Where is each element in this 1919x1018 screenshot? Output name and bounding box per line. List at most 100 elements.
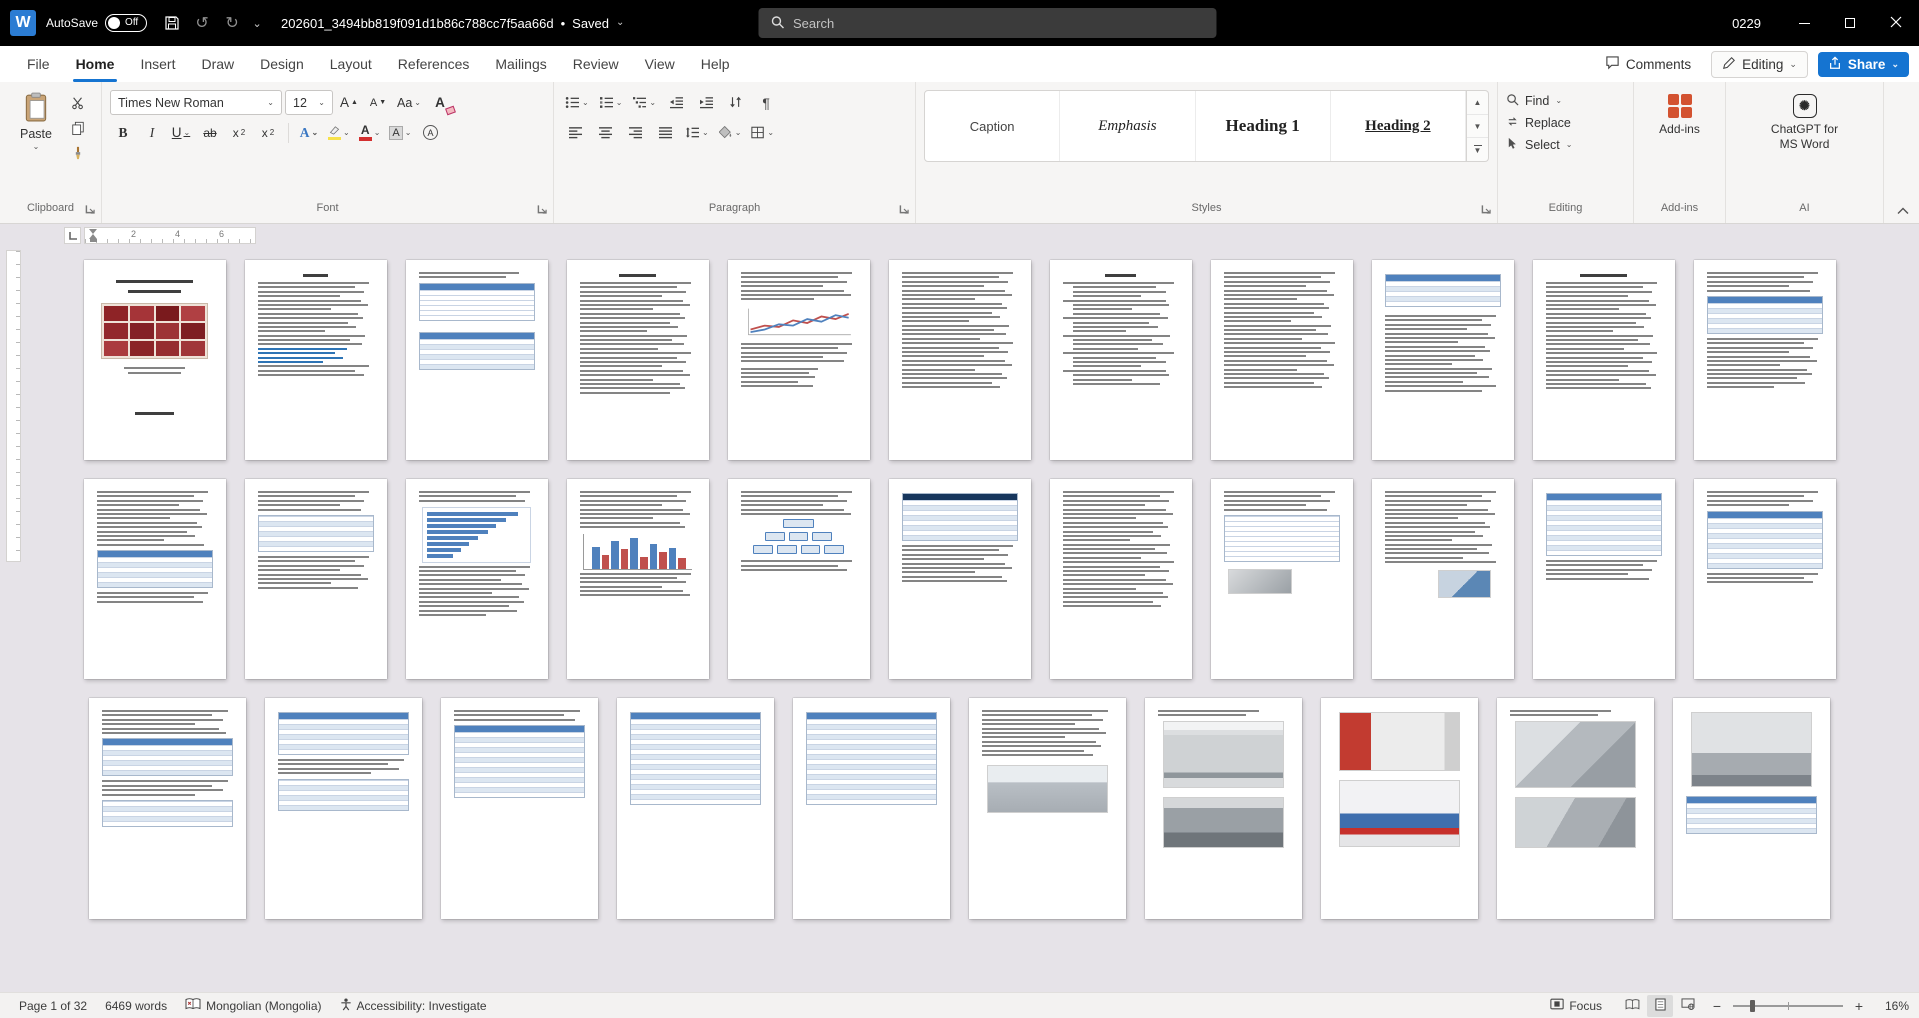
user-badge[interactable]: 0229 — [1712, 16, 1781, 31]
menu-tab-layout[interactable]: Layout — [317, 46, 385, 82]
save-button[interactable] — [157, 8, 187, 38]
cut-button[interactable] — [66, 92, 90, 114]
page-thumbnail[interactable] — [406, 260, 548, 460]
page-thumbnail[interactable] — [441, 698, 598, 919]
shading-button[interactable]: A⌄ — [386, 120, 414, 145]
proofing-status[interactable]: Mongolian (Mongolia) — [176, 993, 330, 1018]
paste-button[interactable]: Paste ⌄ — [10, 90, 62, 199]
zoom-percentage[interactable]: 16% — [1873, 999, 1909, 1013]
increase-indent-button[interactable] — [693, 90, 719, 115]
word-count-indicator[interactable]: 6469 words — [96, 993, 176, 1018]
collapse-ribbon-button[interactable] — [1897, 203, 1909, 218]
page-thumbnail[interactable] — [1497, 698, 1654, 919]
page-thumbnail[interactable] — [1050, 260, 1192, 460]
editing-mode-button[interactable]: Editing ⌄ — [1711, 51, 1808, 78]
share-button[interactable]: Share ⌄ — [1818, 52, 1909, 77]
enclose-characters-button[interactable]: A — [417, 120, 443, 145]
styles-dialog-launcher[interactable] — [1480, 203, 1492, 215]
paragraph-dialog-launcher[interactable] — [898, 203, 910, 215]
menu-tab-review[interactable]: Review — [560, 46, 632, 82]
horizontal-ruler[interactable]: 246 — [84, 227, 256, 244]
page-thumbnail[interactable] — [889, 479, 1031, 679]
page-thumbnail[interactable] — [728, 479, 870, 679]
styles-scroll-down[interactable]: ▼ — [1467, 115, 1488, 139]
print-layout-button[interactable] — [1647, 995, 1673, 1017]
paragraph-shading-button[interactable]: ⌄ — [716, 120, 745, 145]
copy-button[interactable] — [66, 117, 90, 139]
show-hide-marks-button[interactable]: ¶ — [753, 90, 779, 115]
autosave-control[interactable]: AutoSave Off — [46, 14, 147, 32]
page-thumbnail[interactable] — [1372, 479, 1514, 679]
menu-tab-draw[interactable]: Draw — [188, 46, 247, 82]
bold-button[interactable]: B — [110, 120, 136, 145]
justify-button[interactable] — [652, 120, 678, 145]
align-center-button[interactable] — [592, 120, 618, 145]
vertical-ruler[interactable] — [6, 250, 21, 562]
italic-button[interactable]: I — [139, 120, 165, 145]
page-thumbnail[interactable] — [89, 698, 246, 919]
page-thumbnail[interactable] — [245, 260, 387, 460]
decrease-indent-button[interactable] — [663, 90, 689, 115]
page-thumbnail[interactable] — [1673, 698, 1830, 919]
page-thumbnail[interactable] — [567, 479, 709, 679]
style-caption[interactable]: Caption — [925, 91, 1060, 161]
page-thumbnail[interactable] — [1145, 698, 1302, 919]
sort-button[interactable] — [723, 90, 749, 115]
close-button[interactable] — [1873, 0, 1919, 46]
style-heading-2[interactable]: Heading 2 — [1331, 91, 1466, 161]
font-family-select[interactable]: Times New Roman⌄ — [110, 90, 282, 115]
comments-button[interactable]: Comments — [1595, 51, 1701, 77]
menu-tab-help[interactable]: Help — [688, 46, 743, 82]
page-number-indicator[interactable]: Page 1 of 32 — [10, 993, 96, 1018]
highlight-button[interactable]: ⌄ — [325, 120, 353, 145]
menu-tab-design[interactable]: Design — [247, 46, 317, 82]
page-thumbnail[interactable] — [567, 260, 709, 460]
change-case-button[interactable]: Aa⌄ — [394, 90, 424, 115]
subscript-button[interactable]: x2 — [226, 120, 252, 145]
focus-button[interactable]: Focus — [1541, 993, 1611, 1018]
redo-button[interactable]: ↻ — [217, 8, 247, 38]
indent-markers[interactable] — [89, 229, 97, 242]
find-button[interactable]: Find⌄ — [1506, 93, 1625, 109]
autosave-toggle[interactable]: Off — [105, 14, 147, 32]
styles-gallery-more[interactable]: ▼ — [1467, 138, 1488, 161]
line-spacing-button[interactable]: ⌄ — [682, 120, 712, 145]
page-thumbnail[interactable] — [84, 260, 226, 460]
font-color-button[interactable]: A⌄ — [356, 120, 384, 145]
zoom-out-button[interactable]: − — [1709, 998, 1725, 1014]
page-thumbnail[interactable] — [1533, 260, 1675, 460]
grow-font-button[interactable]: A▲ — [336, 90, 362, 115]
menu-tab-mailings[interactable]: Mailings — [482, 46, 559, 82]
page-thumbnail[interactable] — [1050, 479, 1192, 679]
multilevel-list-button[interactable]: ⌄ — [629, 90, 659, 115]
numbering-button[interactable]: ⌄ — [596, 90, 626, 115]
format-painter-button[interactable] — [66, 142, 90, 164]
bullets-button[interactable]: ⌄ — [562, 90, 592, 115]
style-emphasis[interactable]: Emphasis — [1060, 91, 1195, 161]
menu-tab-insert[interactable]: Insert — [127, 46, 188, 82]
select-button[interactable]: Select⌄ — [1506, 137, 1625, 153]
styles-scroll-up[interactable]: ▲ — [1467, 91, 1488, 115]
text-effects-button[interactable]: A⌄ — [296, 120, 322, 145]
page-thumbnail[interactable] — [617, 698, 774, 919]
page-thumbnail[interactable] — [245, 479, 387, 679]
menu-tab-references[interactable]: References — [385, 46, 483, 82]
underline-button[interactable]: U⌄ — [168, 120, 194, 145]
minimize-button[interactable] — [1781, 0, 1827, 46]
clear-formatting-button[interactable]: A — [427, 90, 453, 115]
page-thumbnail[interactable] — [793, 698, 950, 919]
menu-tab-home[interactable]: Home — [63, 46, 128, 82]
page-thumbnail[interactable] — [1211, 479, 1353, 679]
addins-button[interactable]: Add-ins — [1642, 90, 1717, 136]
chatgpt-button[interactable]: ✺ ChatGPT for MS Word — [1734, 90, 1875, 152]
style-heading-1[interactable]: Heading 1 — [1196, 91, 1331, 161]
font-dialog-launcher[interactable] — [536, 203, 548, 215]
document-title[interactable]: 202601_3494bb819f091d1b86c788cc7f5aa66d … — [281, 16, 624, 31]
search-input[interactable] — [793, 16, 1204, 31]
page-thumbnail[interactable] — [1694, 479, 1836, 679]
page-thumbnail[interactable] — [889, 260, 1031, 460]
quick-access-chevron[interactable]: ⌄ — [247, 17, 267, 30]
tab-selector[interactable] — [64, 227, 81, 244]
shrink-font-button[interactable]: A▼ — [365, 90, 391, 115]
menu-tab-view[interactable]: View — [632, 46, 688, 82]
